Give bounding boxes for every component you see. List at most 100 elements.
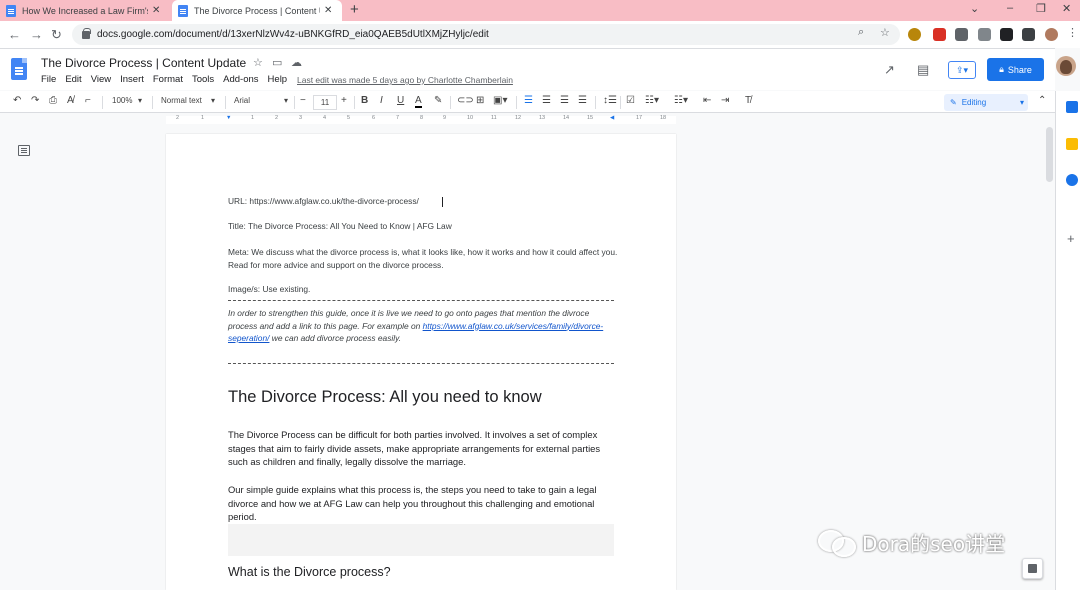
comments-icon[interactable]: ▤: [917, 62, 929, 78]
clear-formatting-icon[interactable]: T̸: [745, 95, 751, 106]
increase-indent-icon[interactable]: ⇥: [721, 95, 729, 106]
decrease-indent-icon[interactable]: ⇤: [703, 95, 711, 106]
paint-format-icon[interactable]: ⌐: [85, 95, 91, 106]
highlight-icon[interactable]: ✎: [434, 95, 442, 106]
profile-avatar-icon[interactable]: [1045, 28, 1058, 41]
close-window-button[interactable]: ✕: [1062, 2, 1071, 15]
cloud-status-icon[interactable]: ☁: [291, 56, 302, 69]
scrollbar-thumb[interactable]: [1046, 127, 1053, 182]
menu-tools[interactable]: Tools: [192, 74, 214, 85]
decrease-font-size-button[interactable]: −: [300, 95, 306, 106]
close-tab-icon[interactable]: ✕: [152, 5, 160, 16]
reload-button[interactable]: ↻: [51, 27, 62, 43]
wechat-icon: [818, 527, 858, 557]
forward-button[interactable]: →: [30, 27, 43, 42]
bulleted-list-icon[interactable]: ☷▾: [645, 95, 659, 106]
extensions-puzzle-icon[interactable]: [1022, 28, 1035, 41]
underline-icon[interactable]: U: [397, 95, 404, 106]
extension-icon[interactable]: [955, 28, 968, 41]
line-spacing-icon[interactable]: ↕☰: [603, 95, 617, 106]
style-select[interactable]: Normal text: [161, 96, 202, 105]
undo-icon[interactable]: ↶: [13, 95, 21, 106]
extension-icon[interactable]: [908, 28, 921, 41]
keep-icon[interactable]: [1066, 138, 1078, 150]
font-size-input[interactable]: 11: [313, 95, 337, 110]
bold-icon[interactable]: B: [361, 95, 368, 106]
google-docs-logo-icon[interactable]: [11, 58, 27, 80]
vertical-scrollbar[interactable]: [1044, 126, 1055, 590]
toolbar-divider: [516, 96, 517, 109]
menu-edit[interactable]: Edit: [65, 74, 81, 85]
menu-file[interactable]: File: [41, 74, 56, 85]
italic-icon[interactable]: I: [380, 95, 383, 106]
menu-addons[interactable]: Add-ons: [223, 74, 258, 85]
move-folder-icon[interactable]: ▭: [272, 56, 282, 69]
avatar[interactable]: [1056, 56, 1076, 76]
guide-paragraph[interactable]: Our simple guide explains what this proc…: [228, 483, 618, 524]
checklist-icon[interactable]: ☑: [626, 95, 635, 106]
star-icon[interactable]: ☆: [253, 56, 263, 69]
menu-insert[interactable]: Insert: [120, 74, 144, 85]
editing-mode-select[interactable]: ✎ Editing ▾: [944, 94, 1028, 111]
new-tab-button[interactable]: +: [350, 1, 359, 18]
zoom-select[interactable]: 100%: [112, 96, 132, 105]
document-title[interactable]: The Divorce Process | Content Update: [41, 56, 246, 70]
numbered-list-icon[interactable]: ☷▾: [674, 95, 688, 106]
add-comment-icon[interactable]: ⊞: [476, 95, 484, 106]
insert-link-icon[interactable]: ⊂⊃: [457, 95, 474, 106]
intro-paragraph[interactable]: The Divorce Process can be difficult for…: [228, 428, 618, 469]
page-heading[interactable]: The Divorce Process: All you need to kno…: [228, 388, 542, 407]
url-line[interactable]: URL: https://www.afglaw.co.uk/the-divorc…: [228, 195, 419, 208]
address-bar[interactable]: docs.google.com/document/d/13xerNlzWv4z-…: [72, 24, 900, 45]
minimize-button[interactable]: –: [1007, 2, 1013, 14]
extension-icon[interactable]: [978, 28, 991, 41]
hide-menus-icon[interactable]: ⌃: [1038, 95, 1046, 106]
chrome-menu-icon[interactable]: ⋮: [1067, 26, 1078, 39]
increase-font-size-button[interactable]: +: [341, 95, 347, 106]
menu-view[interactable]: View: [91, 74, 111, 85]
section-heading[interactable]: What is the Divorce process?: [228, 565, 391, 579]
browser-tab-inactive[interactable]: How We Increased a Law Firm's U ✕: [0, 0, 172, 21]
chevron-down-icon: ▾: [284, 96, 289, 105]
indent-marker-icon[interactable]: ▼: [226, 115, 231, 121]
get-addons-icon[interactable]: +: [1067, 231, 1075, 246]
meta-line[interactable]: Meta: We discuss what the divorce proces…: [228, 246, 618, 271]
share-button[interactable]: 🔒︎ Share: [987, 58, 1044, 81]
extension-icon[interactable]: [1000, 28, 1013, 41]
activity-trend-icon[interactable]: ↗: [884, 62, 895, 78]
ruler[interactable]: 2 1 ▼ 1 2 3 4 5 6 7 8 9 10 11 12 13 14 1…: [0, 114, 1055, 126]
document-outline-icon[interactable]: [18, 145, 30, 156]
ruler-tick: 1: [201, 115, 205, 121]
calendar-icon[interactable]: [1066, 101, 1078, 113]
present-button[interactable]: ⇪▾: [948, 61, 976, 79]
redo-icon[interactable]: ↷: [31, 95, 39, 106]
browser-tab-active[interactable]: The Divorce Process | Content Up ✕: [172, 0, 342, 21]
tab-search-icon[interactable]: ⌄: [970, 2, 979, 15]
docs-favicon-icon: [6, 4, 16, 17]
bookmark-star-icon[interactable]: ☆: [880, 26, 890, 39]
right-indent-marker-icon[interactable]: ◀: [610, 115, 614, 121]
align-center-icon[interactable]: ☰: [542, 95, 551, 106]
zoom-icon[interactable]: ⌕: [858, 26, 864, 39]
explore-button[interactable]: [1022, 558, 1043, 579]
image-line[interactable]: Image/s: Use existing.: [228, 283, 310, 296]
back-button[interactable]: ←: [8, 27, 21, 42]
print-icon[interactable]: ⎙: [49, 95, 57, 106]
insert-image-icon[interactable]: ▣▾: [493, 95, 507, 106]
font-select[interactable]: Arial: [234, 96, 250, 105]
text-color-icon[interactable]: A: [415, 95, 422, 108]
last-edit-link[interactable]: Last edit was made 5 days ago by Charlot…: [297, 75, 513, 85]
tasks-icon[interactable]: [1066, 174, 1078, 186]
spellcheck-icon[interactable]: A̸: [67, 95, 74, 106]
note-paragraph[interactable]: In order to strengthen this guide, once …: [228, 307, 618, 345]
align-right-icon[interactable]: ☰: [560, 95, 569, 106]
close-tab-icon[interactable]: ✕: [324, 5, 332, 16]
restore-button[interactable]: ❐: [1036, 2, 1046, 15]
menu-format[interactable]: Format: [153, 74, 183, 85]
align-left-icon[interactable]: ☰: [524, 95, 533, 106]
justify-icon[interactable]: ☰: [578, 95, 587, 106]
title-line[interactable]: Title: The Divorce Process: All You Need…: [228, 220, 452, 233]
extension-icon[interactable]: [933, 28, 946, 41]
toolbar-divider: [354, 96, 355, 109]
menu-help[interactable]: Help: [268, 74, 288, 85]
